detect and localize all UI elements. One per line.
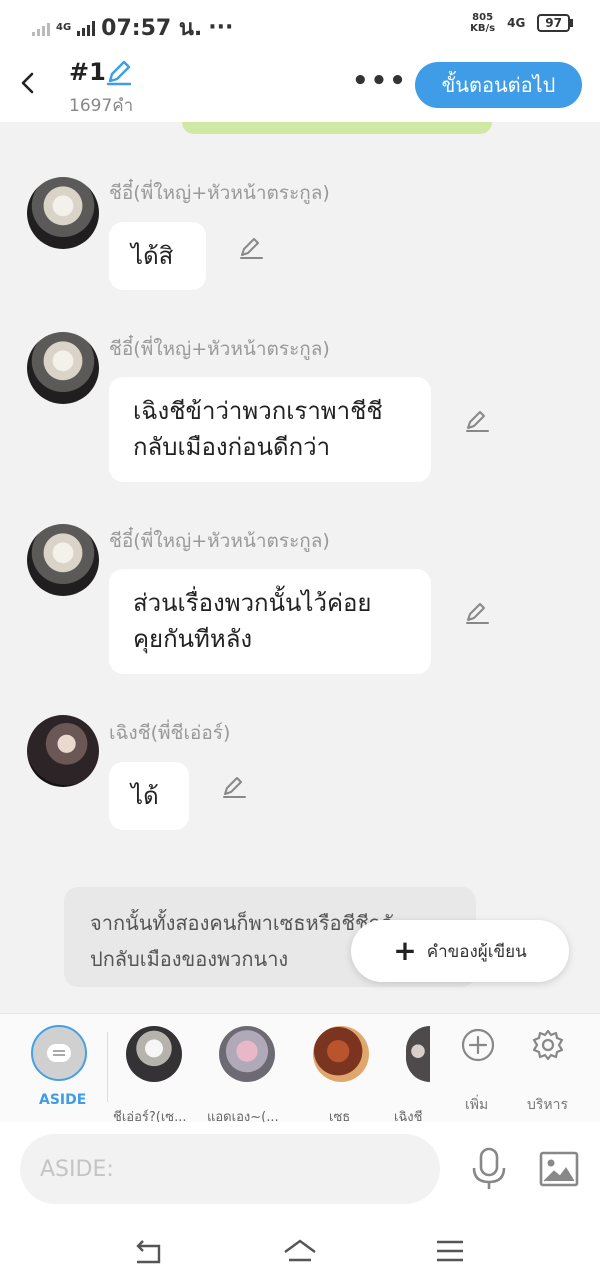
speed-unit: KB/s — [470, 23, 496, 34]
character-avatar-1[interactable] — [126, 1026, 182, 1082]
system-navigation-bar — [0, 1218, 600, 1287]
status-left: 4G 07:57 น. ··· — [32, 10, 233, 45]
character-avatar-3[interactable] — [313, 1026, 369, 1082]
speaker-name: ชีอี๋(พี่ใหญ่+หัวหน้าตระกูล) — [109, 182, 330, 204]
character-avatar[interactable] — [27, 332, 99, 404]
episode-title: #1 — [69, 58, 106, 86]
back-nav-icon[interactable] — [131, 1236, 167, 1266]
edit-title-pencil-icon[interactable] — [104, 57, 134, 87]
menu-nav-icon[interactable] — [432, 1236, 468, 1266]
character-avatar-4[interactable] — [406, 1026, 430, 1082]
divider — [107, 1032, 108, 1102]
edit-pencil-icon[interactable] — [220, 773, 248, 801]
signal-icon-2 — [77, 20, 96, 36]
speaker-name: เฉิงชี(พี่ชีเอ่อร์) — [109, 722, 231, 744]
edit-pencil-icon[interactable] — [463, 599, 491, 627]
aside-selector[interactable] — [31, 1025, 87, 1081]
dialogue-line: กลับเมืองก่อนดีกว่า — [133, 433, 331, 461]
dialogue-bubble[interactable]: เฉิงชีข้าว่าพวกเราพาชีชี กลับเมืองก่อนดี… — [109, 377, 431, 482]
character-selector-bar: ASIDE ชีเอ่อร์?(เซ... แอดเอง~(... เซธ เฉ… — [0, 1013, 600, 1125]
microphone-icon[interactable] — [470, 1146, 508, 1192]
add-character-icon[interactable] — [461, 1028, 495, 1062]
dialogue-line: ส่วนเรื่องพวกนั้นไว้ค่อย — [133, 589, 372, 617]
image-icon[interactable] — [538, 1150, 580, 1188]
dialogue-bubble[interactable]: ได้ — [109, 762, 189, 830]
dialogue-bubble[interactable]: ได้สิ — [109, 222, 206, 290]
back-arrow-icon[interactable] — [18, 68, 36, 98]
battery-icon: 97 — [537, 14, 573, 32]
dialogue-line: ได้สิ — [131, 242, 174, 270]
aside-label: ASIDE — [39, 1092, 87, 1108]
editor-header: #1 1697คำ ••• ขั้นตอนต่อไป — [0, 46, 600, 122]
status-right: 805 KB/s 4G 97 — [470, 12, 573, 34]
network-type-2: 4G — [507, 15, 526, 30]
speed-value: 805 — [472, 12, 494, 23]
more-options-icon[interactable]: ••• — [352, 66, 408, 96]
speaker-name: ชีอี๋(พี่ใหญ่+หัวหน้าตระกูล) — [109, 338, 330, 360]
dialogue-line: คุยกันทีหลัง — [133, 625, 253, 653]
edit-pencil-icon[interactable] — [463, 407, 491, 435]
character-avatar[interactable] — [27, 715, 99, 787]
dialogue-line: เฉิงชีข้าว่าพวกเราพาชีชี — [133, 397, 383, 425]
dialogue-bubble[interactable]: ส่วนเรื่องพวกนั้นไว้ค่อย คุยกันทีหลัง — [109, 569, 431, 674]
status-bar: 4G 07:57 น. ··· 805 KB/s 4G 97 — [0, 0, 600, 46]
next-step-button[interactable]: ขั้นตอนต่อไป — [415, 62, 582, 108]
settings-gear-icon[interactable] — [531, 1028, 565, 1062]
edit-pencil-icon[interactable] — [237, 234, 265, 262]
home-nav-icon[interactable] — [282, 1236, 318, 1266]
author-note-button[interactable]: + คำของผู้เขียน — [351, 920, 569, 982]
signal-icon — [32, 20, 50, 36]
chat-bubble-icon — [47, 1044, 71, 1062]
plus-icon: + — [393, 934, 417, 967]
author-note-label: คำของผู้เขียน — [426, 941, 527, 962]
aside-input[interactable] — [20, 1134, 440, 1204]
notification-dots: ··· — [208, 15, 234, 40]
add-label: เพิ่ม — [465, 1097, 489, 1113]
clock: 07:57 น. — [101, 16, 203, 41]
character-avatar-2[interactable] — [219, 1026, 275, 1082]
manage-label: บริหาร — [527, 1097, 569, 1113]
network-speed: 805 KB/s — [470, 12, 495, 34]
previous-message-bubble[interactable] — [182, 122, 492, 134]
speaker-name: ชีอี๋(พี่ใหญ่+หัวหน้าตระกูล) — [109, 530, 330, 552]
input-bar — [0, 1122, 600, 1218]
dialogue-line: ได้ — [131, 782, 159, 810]
word-count: 1697คำ — [69, 96, 134, 116]
character-avatar[interactable] — [27, 177, 99, 249]
character-avatar[interactable] — [27, 524, 99, 596]
network-type: 4G — [56, 22, 72, 33]
